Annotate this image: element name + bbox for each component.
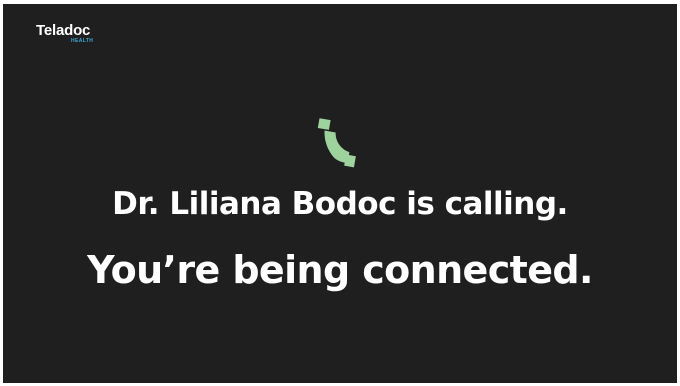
teladoc-logo: Teladoc HEALTH [36, 22, 93, 44]
logo-subtitle: HEALTH [71, 38, 94, 44]
phone-icon [308, 98, 380, 170]
caller-message: Dr. Liliana Bodoc is calling. [112, 186, 568, 222]
call-screen: Teladoc HEALTH Dr. Liliana Bodoc is call… [3, 4, 677, 383]
logo-wordmark: Teladoc [36, 22, 91, 39]
connection-status: You’re being connected. [87, 248, 593, 292]
